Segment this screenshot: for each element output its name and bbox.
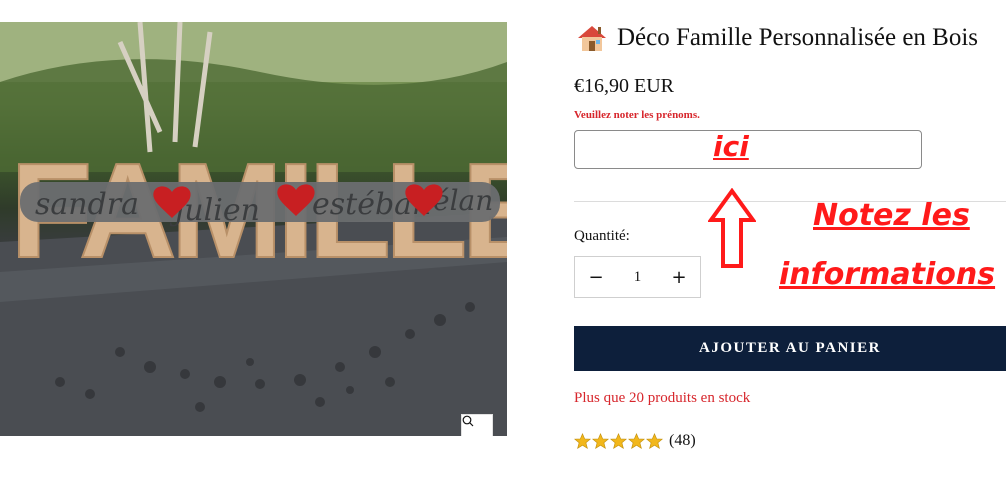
product-price: €16,90 EUR xyxy=(574,75,674,97)
names-input[interactable] xyxy=(574,130,922,169)
zoom-icon xyxy=(462,415,474,427)
quantity-decrease-button[interactable]: − xyxy=(575,257,617,297)
product-image[interactable]: FAMILLE sandra julien estéban élan xyxy=(0,22,507,436)
house-icon xyxy=(578,26,606,51)
star-icon xyxy=(610,432,627,449)
rating[interactable]: (48) xyxy=(574,432,696,450)
review-count[interactable]: (48) xyxy=(669,432,696,450)
add-to-cart-button[interactable]: AJOUTER AU PANIER xyxy=(574,326,1006,371)
quantity-value[interactable]: 1 xyxy=(617,269,658,286)
names-field-label: Veuillez noter les prénoms. xyxy=(574,109,700,121)
quantity-stepper: − 1 + xyxy=(574,256,701,298)
star-icon xyxy=(574,432,591,449)
product-title-text: Déco Famille Personnalisée en Bois xyxy=(617,24,979,51)
star-icon xyxy=(592,432,609,449)
quantity-label: Quantité: xyxy=(574,228,630,244)
up-arrow-icon xyxy=(708,188,756,268)
product-photo: FAMILLE sandra julien estéban élan xyxy=(0,22,507,436)
svg-text:sandra: sandra xyxy=(35,187,139,222)
star-icon xyxy=(628,432,645,449)
annotation-line-2: informations xyxy=(779,257,996,292)
zoom-button[interactable] xyxy=(461,414,493,436)
stock-status: Plus que 20 produits en stock xyxy=(574,390,751,406)
star-icon xyxy=(646,432,663,449)
annotation-line-1: Notez les xyxy=(813,198,970,233)
svg-text:élan: élan xyxy=(433,184,493,217)
quantity-increase-button[interactable]: + xyxy=(658,257,700,297)
product-title: Déco Famille Personnalisée en Bois xyxy=(577,24,978,52)
